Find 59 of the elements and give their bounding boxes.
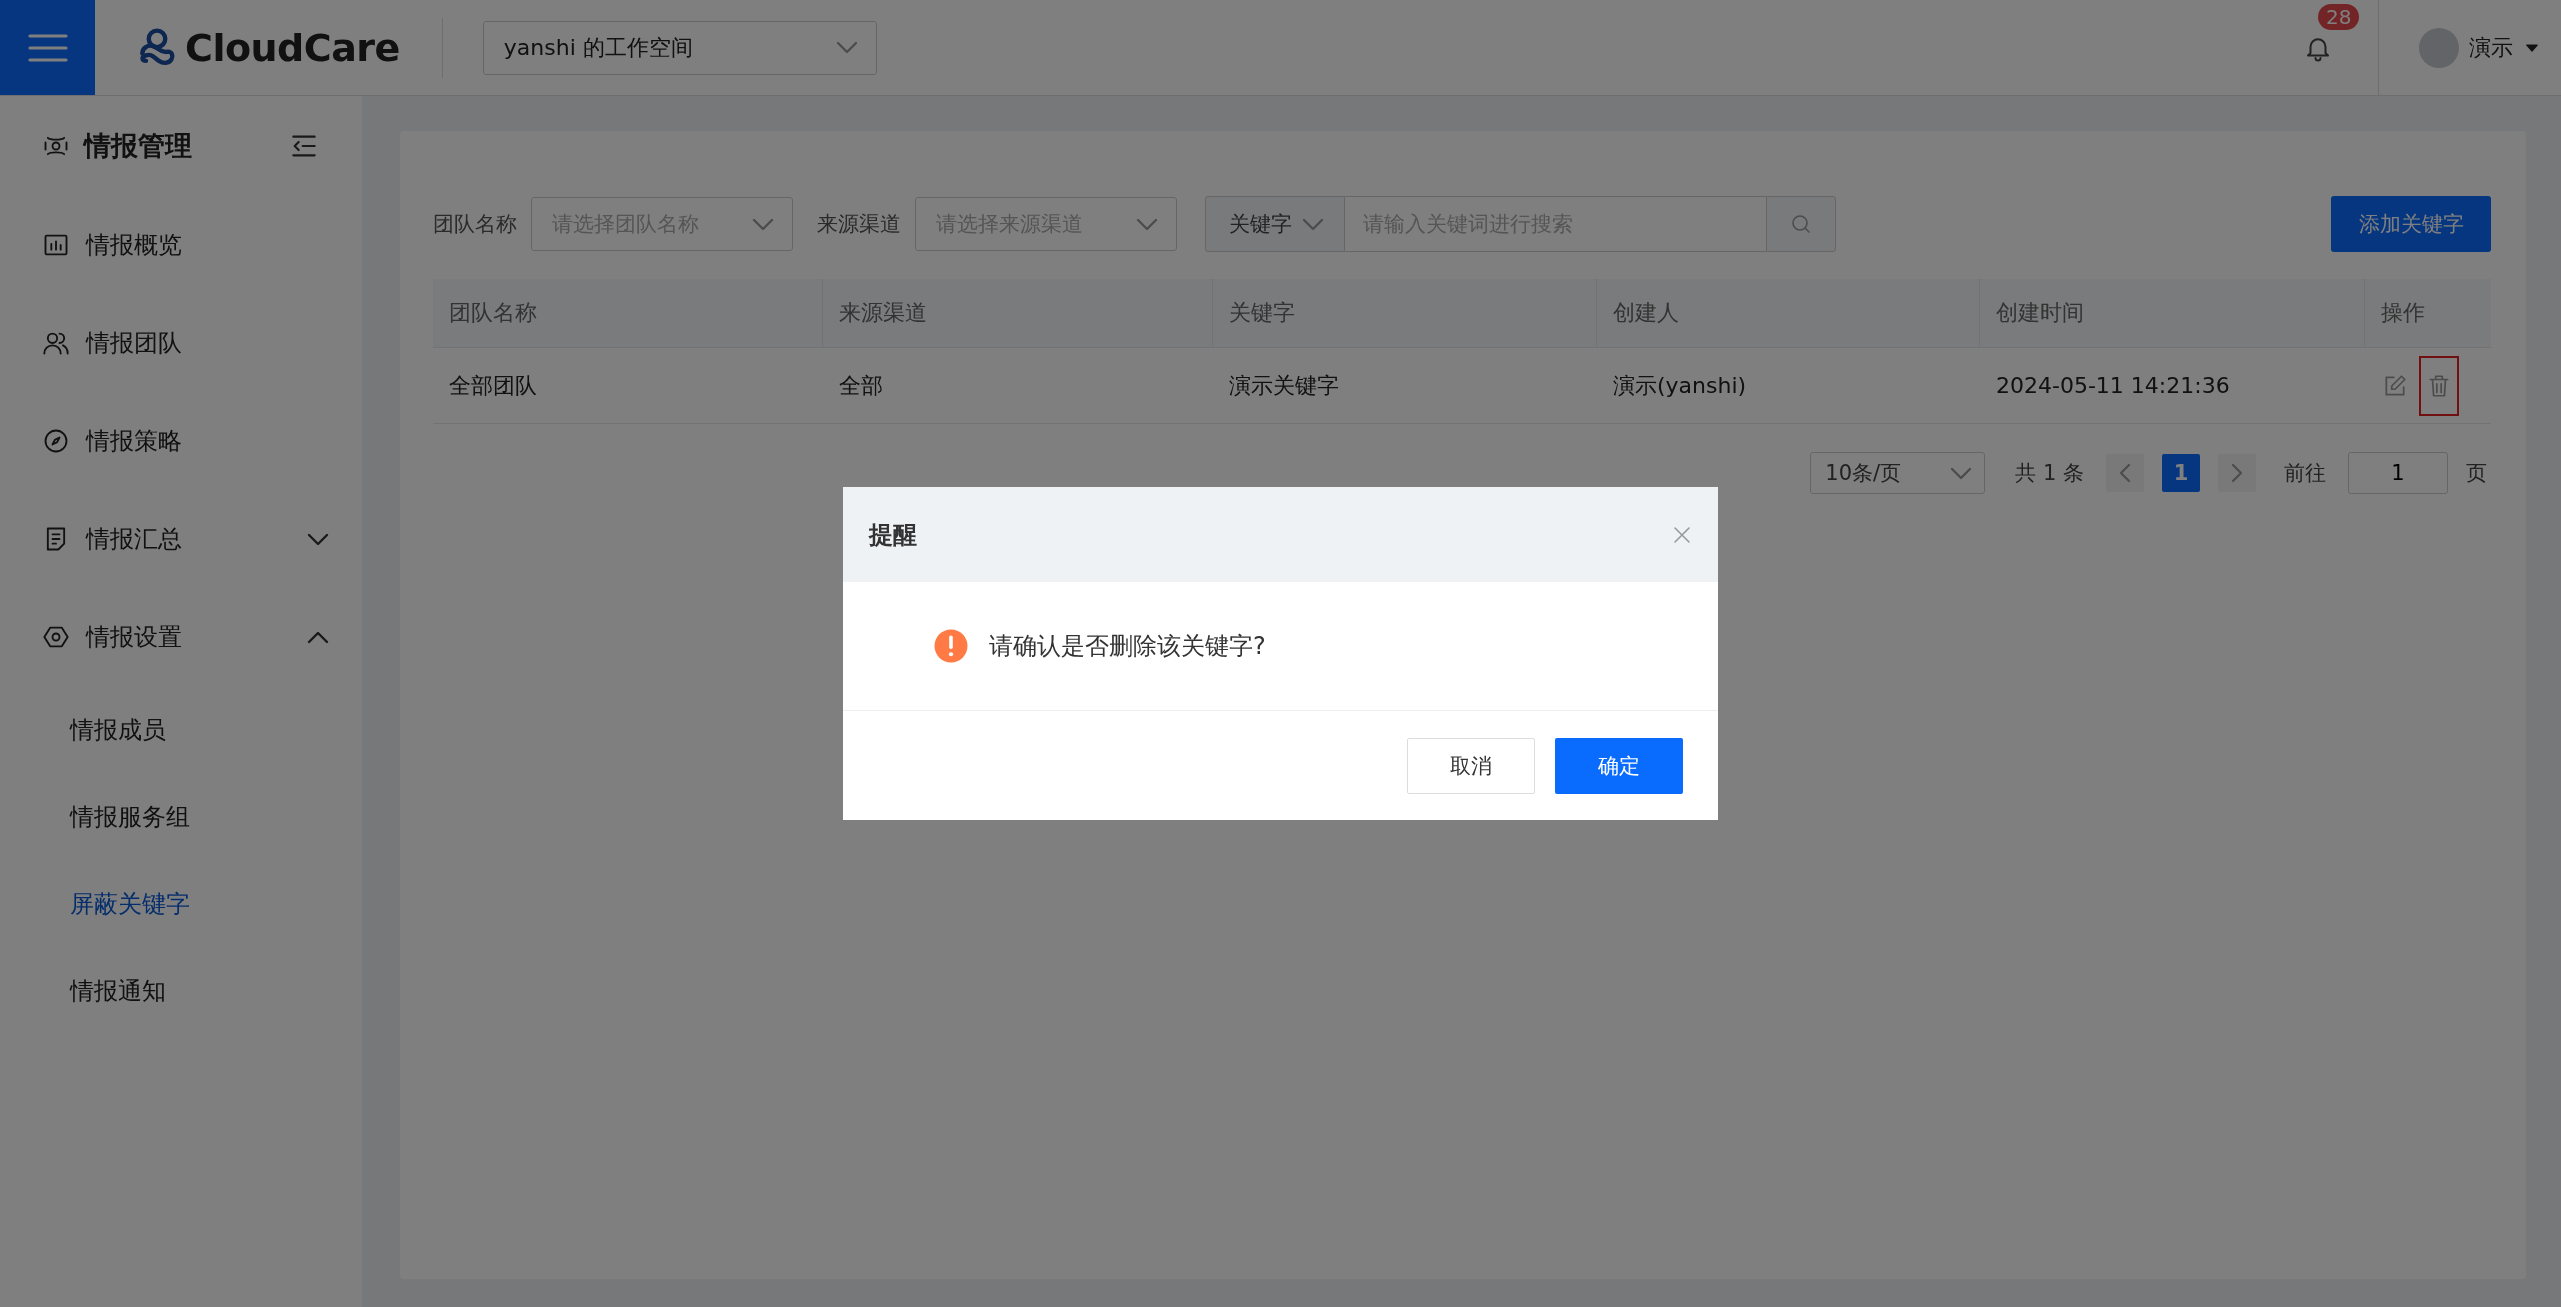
sidebar-item[interactable]: 情报团队 <box>0 294 362 392</box>
page-button[interactable]: 1 <box>2162 454 2200 492</box>
total-count: 共 1 条 <box>2015 460 2084 487</box>
column-header: 操作 <box>2380 299 2426 327</box>
compass-icon <box>42 427 70 455</box>
filter-label: 来源渠道 <box>817 211 901 238</box>
previous-page-button[interactable] <box>2106 454 2144 492</box>
column-header: 创建时间 <box>1980 279 2365 347</box>
add-keyword-button[interactable]: 添加关键字 <box>2331 196 2491 252</box>
page-number-field[interactable]: 1 <box>2348 452 2448 494</box>
chevron-left-icon <box>2121 465 2129 481</box>
column-header: 团队名称 <box>433 279 823 347</box>
table-cell-text: 全部团队 <box>448 371 538 400</box>
table-cell-text: 演示关键字 <box>1228 371 1340 400</box>
sidebar-item[interactable]: 情报策略 <box>0 392 362 490</box>
page-suffix: 页 <box>2466 460 2487 487</box>
column-header: 创建人 <box>1597 279 1980 347</box>
chevron-down-icon <box>754 219 772 229</box>
keyword-type-select[interactable]: 关键字 <box>1205 196 1345 252</box>
confirm-button[interactable]: 确定 <box>1555 737 1683 794</box>
table-cell-text: 2024-05-11 14:21:36 <box>1995 372 2231 400</box>
avatar <box>2419 27 2459 68</box>
delete-button[interactable] <box>2421 357 2457 414</box>
chevron-down-icon <box>837 43 856 52</box>
next-page-button[interactable] <box>2218 454 2256 492</box>
sidebar-item[interactable]: 情报设置 <box>0 588 362 686</box>
chevron-up-icon <box>309 632 327 642</box>
logo-text: CloudCare <box>185 25 400 70</box>
page-size-select[interactable]: 10条/页 <box>1810 452 1986 494</box>
sidebar-subitem[interactable]: 情报通知 <box>0 947 362 1034</box>
table-cell-text: 演示(yanshi) <box>1612 371 1748 400</box>
goto-label: 前往 <box>2284 460 2326 487</box>
chevron-right-icon <box>2233 465 2241 481</box>
menu-button[interactable] <box>0 0 95 95</box>
filter-label: 团队名称 <box>433 211 517 238</box>
sidebar-subitem[interactable]: 情报服务组 <box>0 773 362 860</box>
dialog-message: 请确认是否删除该关键字? <box>989 631 1266 662</box>
column-header: 关键字 <box>1213 279 1597 347</box>
workspace-dropdown[interactable]: yanshi 的工作空间 <box>482 20 877 75</box>
chevron-down-icon <box>1952 468 1971 478</box>
notification-count: 28 <box>2318 3 2360 30</box>
column-header: 来源渠道 <box>823 279 1213 347</box>
dialog-title: 提醒 <box>869 519 917 551</box>
sidebar-title: 情报管理 <box>84 129 193 163</box>
sidebar-item[interactable]: 情报概览 <box>0 196 362 294</box>
chevron-down-icon <box>1138 219 1156 229</box>
sidebar-item[interactable]: 情报汇总 <box>0 490 362 588</box>
search-icon <box>1789 212 1813 236</box>
sidebar-subitem[interactable]: 屏蔽关键字 <box>0 860 362 947</box>
trash-icon <box>2426 372 2452 399</box>
table-cell-text: 全部 <box>838 371 884 400</box>
sidebar-subitem[interactable]: 情报成员 <box>0 686 362 773</box>
chevron-down-icon <box>309 534 327 544</box>
edit-icon <box>2382 372 2408 399</box>
chevron-down-icon <box>1303 219 1322 229</box>
search-button[interactable] <box>1766 196 1836 252</box>
cancel-button[interactable]: 取消 <box>1407 737 1535 794</box>
user-menu[interactable]: 演示 <box>2379 27 2561 68</box>
warning-icon <box>933 628 969 664</box>
